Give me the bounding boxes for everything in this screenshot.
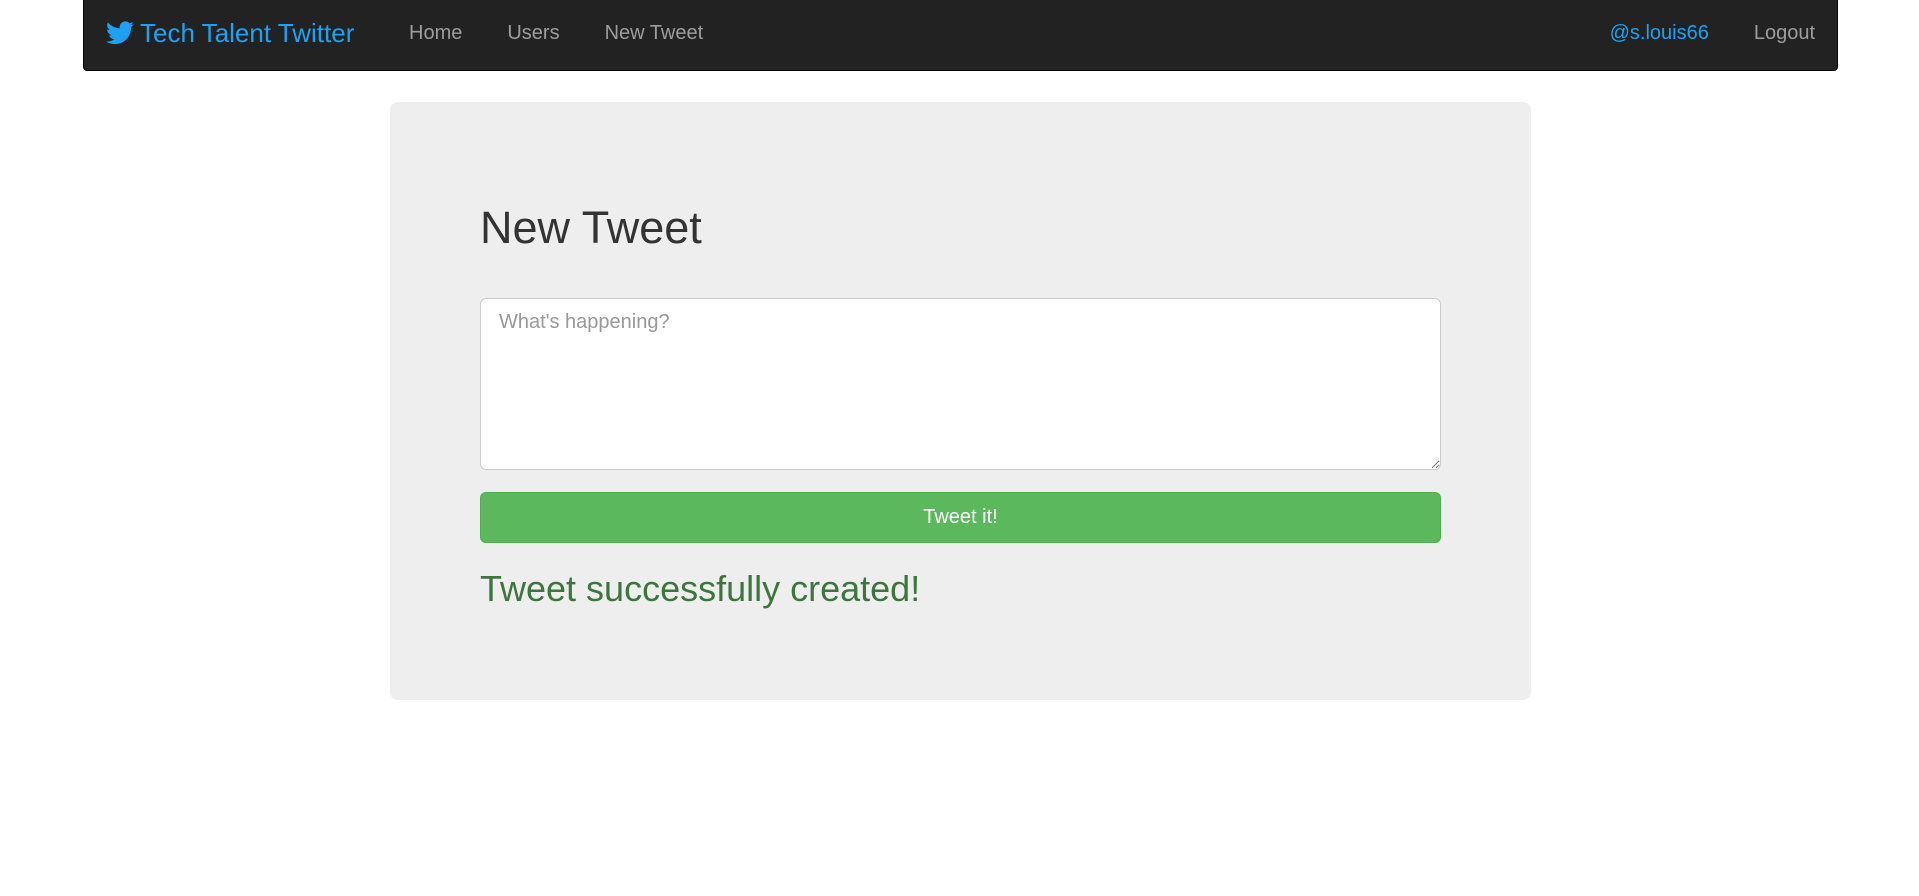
nav-home-link[interactable]: Home bbox=[409, 22, 462, 45]
tweet-submit-button[interactable]: Tweet it! bbox=[480, 492, 1441, 543]
page-title: New Tweet bbox=[480, 202, 702, 253]
nav-user-area: @s.louis66 Logout bbox=[1565, 0, 1815, 66]
logout-link[interactable]: Logout bbox=[1754, 22, 1815, 45]
brand-name: Tech Talent Twitter bbox=[140, 17, 355, 48]
tweet-input[interactable] bbox=[480, 298, 1441, 470]
brand-link[interactable]: Tech Talent Twitter bbox=[106, 0, 354, 66]
nav-users-link[interactable]: Users bbox=[507, 22, 559, 45]
new-tweet-panel: New Tweet Tweet it! Tweet successfully c… bbox=[390, 102, 1531, 700]
nav-links: Home Users New Tweet bbox=[409, 0, 748, 66]
twitter-bird-icon bbox=[106, 21, 134, 45]
user-profile-link[interactable]: @s.louis66 bbox=[1610, 22, 1709, 45]
nav-new-tweet-link[interactable]: New Tweet bbox=[605, 22, 704, 45]
success-message: Tweet successfully created! bbox=[480, 568, 921, 609]
top-navbar: Tech Talent Twitter Home Users New Tweet… bbox=[83, 0, 1838, 71]
